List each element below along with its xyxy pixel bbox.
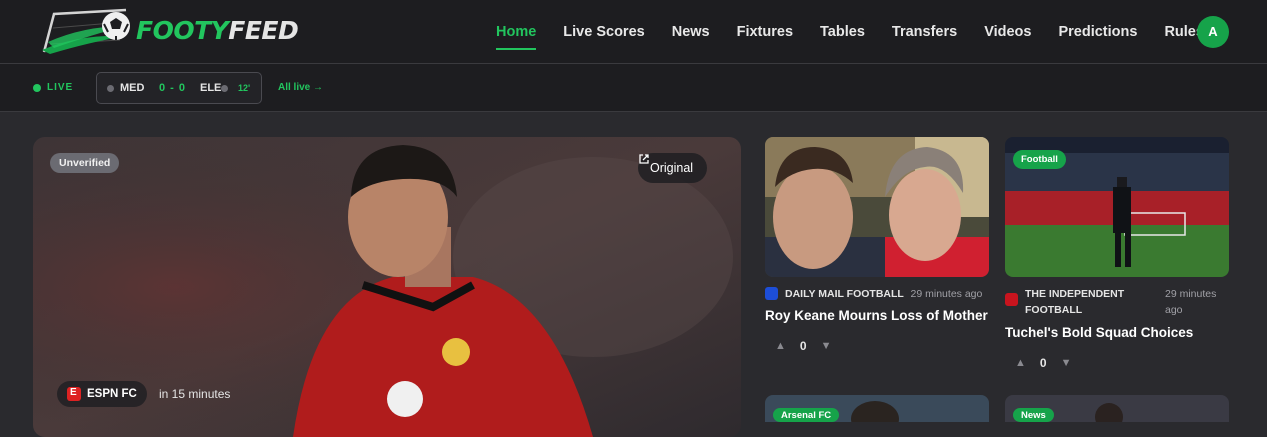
card-image [765, 137, 989, 277]
all-live-link[interactable]: All live → [278, 82, 323, 93]
downvote-arrow-icon[interactable]: ▼ [821, 340, 832, 352]
card-title[interactable]: Roy Keane Mourns Loss of Mother [765, 308, 988, 323]
card-image: Football [1005, 137, 1229, 277]
away-team-dot-icon [221, 85, 228, 92]
vote-count: 0 [1039, 356, 1047, 370]
category-tag[interactable]: Football [1013, 150, 1066, 169]
category-tag[interactable]: News [1013, 408, 1054, 422]
downvote-arrow-icon[interactable]: ▼ [1061, 357, 1072, 369]
nav-home[interactable]: Home [496, 0, 537, 64]
news-card[interactable]: DAILY MAIL FOOTBALL 29 minutes ago Roy K… [765, 137, 989, 377]
nav-predictions[interactable]: Predictions [1058, 0, 1137, 64]
card-image: Arsenal FC [765, 395, 989, 422]
daily-mail-logo-icon [765, 287, 778, 300]
hero-source-name: ESPN FC [87, 388, 137, 400]
top-navbar: FOOTYFEED Home Live Scores News Fixtures… [0, 0, 1267, 64]
card-time: 29 minutes ago [1165, 286, 1216, 318]
upvote-arrow-icon[interactable]: ▲ [775, 340, 786, 352]
main-nav: Home Live Scores News Fixtures Tables Tr… [496, 0, 1231, 64]
news-card[interactable]: Arsenal FC [765, 395, 989, 422]
footyfeed-logo[interactable]: FOOTYFEED [40, 6, 310, 54]
vote-controls: ▲ 0 ▼ [1015, 356, 1071, 370]
card-time-line2: ago [1165, 304, 1183, 316]
category-tag[interactable]: Arsenal FC [773, 408, 840, 422]
nav-transfers[interactable]: Transfers [892, 0, 957, 64]
match-minute: 12' [238, 83, 251, 93]
original-label: Original [650, 161, 694, 175]
brand-name-part1: FOOTY [136, 16, 229, 45]
independent-logo-icon [1005, 293, 1018, 306]
hero-source-badge[interactable]: ESPN FC [57, 381, 147, 407]
upvote-arrow-icon[interactable]: ▲ [1015, 357, 1026, 369]
goal-ball-logo-icon [42, 8, 130, 54]
nav-news[interactable]: News [672, 0, 710, 64]
live-indicator-icon [33, 84, 41, 92]
away-team: ELE [200, 82, 222, 94]
news-card[interactable]: Football THE INDEPENDENT FOOTBALL 29 min… [1005, 137, 1229, 377]
hero-article[interactable]: Unverified Original ESPN FC in 15 minute… [33, 137, 741, 437]
live-match-chip[interactable]: MED 0 - 0 ELE 12' [96, 72, 262, 104]
vote-controls: ▲ 0 ▼ [775, 339, 831, 353]
unverified-badge: Unverified [50, 153, 120, 173]
card-title[interactable]: Tuchel's Bold Squad Choices [1005, 325, 1193, 340]
vote-count: 0 [799, 339, 807, 353]
card-meta: DAILY MAIL FOOTBALL 29 minutes ago [785, 288, 982, 300]
home-team-dot-icon [107, 85, 114, 92]
nav-live-scores[interactable]: Live Scores [563, 0, 644, 64]
live-ticker: LIVE MED 0 - 0 ELE 12' All live → [0, 64, 1267, 112]
nav-fixtures[interactable]: Fixtures [737, 0, 793, 64]
card-source: DAILY MAIL FOOTBALL [785, 288, 904, 300]
news-card[interactable]: News [1005, 395, 1229, 422]
user-avatar[interactable]: A [1197, 16, 1229, 48]
roy-keane-photo [765, 137, 989, 277]
card-source-line1: THE INDEPENDENT [1025, 288, 1125, 300]
card-image: News [1005, 395, 1229, 422]
card-source-line2: FOOTBALL [1025, 304, 1083, 316]
live-label: LIVE [47, 82, 74, 93]
original-link-button[interactable]: Original [638, 153, 708, 183]
card-time-line1: 29 minutes [1165, 288, 1217, 300]
external-link-icon [639, 154, 649, 164]
card-source: THE INDEPENDENT FOOTBALL [1025, 286, 1124, 318]
home-team: MED [120, 82, 145, 94]
card-time: 29 minutes ago [910, 288, 983, 300]
espn-logo-icon [67, 387, 81, 401]
nav-tables[interactable]: Tables [820, 0, 865, 64]
brand-name-part2: FEED [228, 16, 299, 45]
hero-time: in 15 minutes [159, 387, 231, 401]
nav-videos[interactable]: Videos [984, 0, 1031, 64]
match-score: 0 - 0 [159, 82, 187, 94]
